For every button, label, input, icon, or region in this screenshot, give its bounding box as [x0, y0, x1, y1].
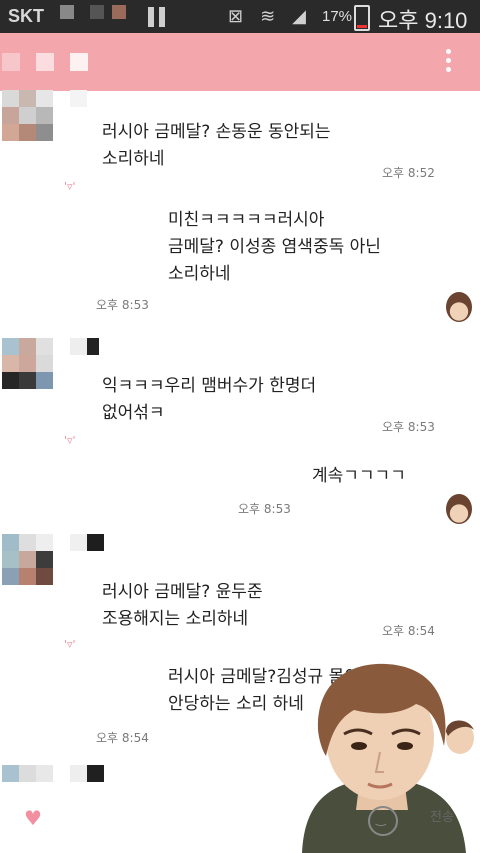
chat-title-bar [0, 33, 480, 91]
message-text: 익ㅋㅋㅋ우리 맴버수가 한명더 없어섞ㅋ [102, 376, 317, 423]
battery-icon [354, 5, 370, 31]
blurred-title [36, 53, 54, 71]
message-text: 미친ㅋㅋㅋㅋㅋ러시아 금메달? 이성종 염색중독 아닌 소리하네 [168, 210, 381, 284]
bubble-tail-icon: '▿' [64, 434, 76, 447]
sender-name [70, 765, 104, 782]
bubble-tail-icon: '▿' [64, 180, 76, 193]
avatar[interactable] [2, 90, 53, 141]
status-bar: SKT ⊠ ≋ ◢ 17% 오후 9:10 [0, 0, 480, 33]
notification-icon [112, 5, 126, 19]
carrier-label: SKT [8, 6, 44, 26]
heart-icon[interactable]: ♥ [24, 806, 42, 830]
message-time: 오후 8:53 [238, 502, 291, 516]
bubble-tail-icon: '▿' [64, 638, 76, 651]
avatar[interactable] [2, 765, 53, 782]
sender-name [70, 90, 87, 107]
my-avatar[interactable] [446, 292, 472, 322]
blurred-title [2, 53, 20, 71]
smiley-icon[interactable] [368, 806, 398, 836]
more-vert-icon[interactable] [444, 47, 452, 77]
sender-name [70, 338, 99, 355]
message-time: 오후 8:53 [96, 298, 149, 312]
blurred-title [70, 53, 88, 71]
clock: 오후 9:10 [378, 8, 468, 33]
signal-icons: ⊠ ≋ ◢ [228, 6, 313, 26]
message-time: 오후 8:54 [382, 624, 435, 638]
message-text: 러시아 금메달? 손동운 동안되는 소리하네 [102, 122, 331, 169]
sender-name [70, 534, 104, 551]
notification-icon [90, 5, 104, 19]
notification-icon [60, 5, 74, 19]
message-text: 러시아 금메달? 윤두준 조용해지는 소리하네 [102, 582, 263, 629]
message-text: 계속ㄱㄱㄱㄱ [312, 466, 406, 486]
pause-icon [148, 7, 166, 27]
send-button[interactable]: 전송 [430, 806, 454, 825]
avatar[interactable] [2, 534, 53, 585]
message-time: 오후 8:52 [382, 166, 435, 180]
message-time: 오후 8:54 [96, 731, 149, 745]
message-time: 오후 8:53 [382, 420, 435, 434]
battery-percent: 17% [322, 8, 353, 25]
my-avatar[interactable] [446, 494, 472, 524]
avatar[interactable] [2, 338, 53, 389]
